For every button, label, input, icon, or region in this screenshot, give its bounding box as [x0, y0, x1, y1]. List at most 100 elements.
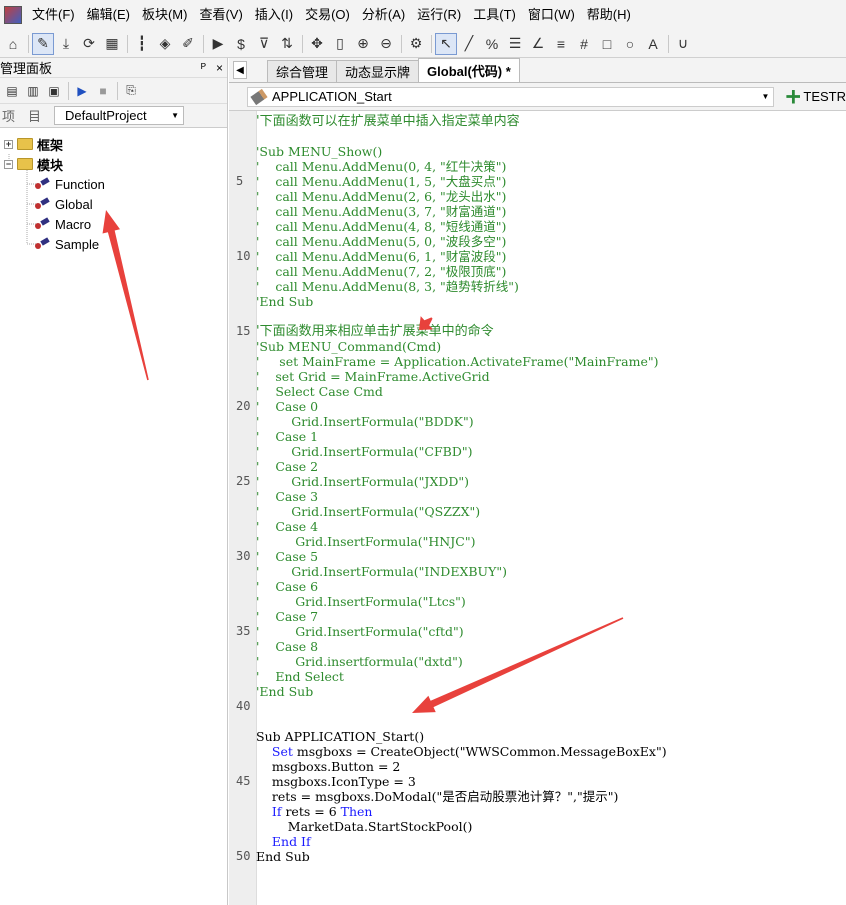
code-editor[interactable]: 5 10 15 20 25 30 35 40 45 50 '下面函数可以在扩展菜单中插入指定菜单内…	[229, 111, 846, 905]
tree-item-function[interactable]: Function	[0, 174, 227, 194]
tab-label: 动态显示牌	[345, 65, 411, 80]
menu-item[interactable]: 交易(O)	[299, 0, 356, 30]
expand-icon[interactable]: +	[4, 139, 13, 149]
menu-bar: 文件(F) 编辑(E) 板块(M) 查看(V) 插入(I) 交易(O) 分析(A) 运行(R)…	[0, 0, 846, 30]
menu-item[interactable]: 板块(M)	[136, 0, 194, 30]
test-icon	[786, 89, 801, 104]
hash-icon[interactable]: #	[573, 33, 595, 55]
copy-icon[interactable]: ▣	[44, 81, 64, 101]
tab-label: Global(代码) *	[427, 64, 511, 79]
module-icon	[34, 197, 50, 211]
project-value: DefaultProject	[65, 108, 147, 123]
menu-item[interactable]: 窗口(W)	[522, 0, 581, 30]
code-line: '下面函数可以在扩展菜单中插入指定菜单内容	[256, 114, 520, 129]
circle-icon[interactable]: ○	[619, 33, 641, 55]
play-icon[interactable]: ▶	[207, 33, 229, 55]
code-line: 'Sub MENU_Show()	[256, 144, 383, 159]
close-icon[interactable]: ×	[216, 61, 223, 75]
text-icon[interactable]: A	[642, 33, 664, 55]
code-line: 'Sub MENU_Command(Cmd)	[256, 339, 442, 354]
home-icon[interactable]: ⌂	[2, 33, 24, 55]
project-row: 项 目 DefaultProject ▼	[0, 104, 227, 128]
toolbar-separator	[203, 34, 204, 53]
code-area[interactable]: '下面函数可以在扩展菜单中插入指定菜单内容 'Sub MENU_Show() ' c…	[256, 111, 846, 905]
toolbar-separator	[28, 34, 29, 53]
code-line: End Sub	[256, 849, 310, 864]
percent-icon[interactable]: %	[481, 33, 503, 55]
tree-item-sample[interactable]: Sample	[0, 234, 227, 254]
ruler-icon[interactable]: ▯	[329, 33, 351, 55]
chevron-down-icon: ▼	[761, 92, 770, 101]
hbar-icon[interactable]: ☰	[504, 33, 526, 55]
tree-item-framework[interactable]: + 框架	[0, 134, 227, 154]
code-editor-panel: ◀ 综合管理 动态显示牌 Global(代码) * APPLICATION_St…	[229, 58, 846, 905]
cursor-icon[interactable]: ↖	[435, 32, 457, 55]
tab-scroll-left-icon[interactable]: ◀	[233, 61, 247, 79]
pencil-icon[interactable]: ✎	[32, 32, 54, 55]
settings-icon[interactable]: ⚙	[405, 33, 427, 55]
tree-item-macro[interactable]: Macro	[0, 214, 227, 234]
run-icon[interactable]: ▶	[72, 81, 92, 101]
module-icon	[34, 217, 50, 231]
grid-icon[interactable]: ▦	[101, 33, 123, 55]
tree-item-global[interactable]: Global	[0, 194, 227, 214]
export-icon[interactable]: ⎘	[121, 81, 141, 101]
code-line: msgboxs.Button = 2	[256, 759, 401, 774]
edit-icon[interactable]: ✐	[177, 33, 199, 55]
code-line: ' Case 0	[256, 399, 319, 414]
tree-item-modules[interactable]: − 模块	[0, 154, 227, 174]
line-number: 15	[236, 324, 251, 338]
test-label: TESTR	[803, 89, 846, 104]
procedure-value: APPLICATION_Start	[272, 89, 392, 104]
list-icon[interactable]: ≡	[550, 33, 572, 55]
code-line: If rets = 6 Then	[271, 804, 373, 819]
procedure-select[interactable]: APPLICATION_Start ▼	[247, 86, 775, 107]
code-line: ' Grid.InsertFormula("JXDD")	[256, 474, 470, 489]
tab-overview[interactable]: 综合管理	[267, 60, 338, 82]
line-number: 45	[236, 774, 251, 788]
magnet-icon[interactable]: ∪	[672, 33, 694, 55]
move-icon[interactable]: ✥	[306, 33, 328, 55]
code-line: ' Case 8	[256, 639, 319, 654]
zoom-out-icon[interactable]: ⊖	[375, 33, 397, 55]
menu-item[interactable]: 查看(V)	[193, 0, 248, 30]
procedure-bar: APPLICATION_Start ▼ TESTR	[229, 83, 846, 111]
sort-icon[interactable]: ⇅	[276, 33, 298, 55]
collapse-icon[interactable]: −	[4, 159, 13, 169]
filter-icon[interactable]: ⊽	[253, 33, 275, 55]
candles-icon[interactable]: ┇	[131, 33, 153, 55]
layout-icon[interactable]: ▥	[23, 81, 43, 101]
panel-title-bar: 管理面板 ᴾ ×	[0, 58, 227, 78]
project-select[interactable]: DefaultProject ▼	[54, 106, 184, 125]
menu-item[interactable]: 分析(A)	[356, 0, 411, 30]
zoom-in-icon[interactable]: ⊕	[352, 33, 374, 55]
code-line: ' set MainFrame = Application.ActivateFr…	[256, 354, 659, 369]
diamond-icon[interactable]: ◈	[154, 33, 176, 55]
menu-item[interactable]: 工具(T)	[467, 0, 522, 30]
rect-icon[interactable]: □	[596, 33, 618, 55]
menu-item[interactable]: 文件(F)	[26, 0, 81, 30]
menu-item[interactable]: 帮助(H)	[581, 0, 637, 30]
tree-item-label: Global	[55, 196, 93, 212]
stop-icon[interactable]: ■	[93, 81, 113, 101]
code-line: msgboxs.IconType = 3	[256, 774, 416, 789]
line-number: 35	[236, 624, 251, 638]
code-line: ' Grid.InsertFormula("HNJC")	[256, 534, 476, 549]
tab-global-code[interactable]: Global(代码) *	[418, 58, 520, 82]
toolbar-separator	[302, 34, 303, 53]
menu-item[interactable]: 运行(R)	[411, 0, 467, 30]
menu-item[interactable]: 编辑(E)	[81, 0, 136, 30]
test-button[interactable]: TESTR	[786, 89, 846, 104]
download-icon[interactable]: ⤓	[55, 33, 77, 55]
line-icon[interactable]: ╱	[458, 33, 480, 55]
properties-icon[interactable]: ▤	[2, 81, 22, 101]
refresh-icon[interactable]: ⟳	[78, 33, 100, 55]
tab-dynamic-board[interactable]: 动态显示牌	[336, 60, 420, 82]
code-line: ' Grid.InsertFormula("BDDK")	[256, 414, 474, 429]
dollar-icon[interactable]: $	[230, 33, 252, 55]
pin-icon[interactable]: ᴾ	[201, 61, 206, 75]
menu-item[interactable]: 插入(I)	[249, 0, 299, 30]
code-line: ' Case 6	[256, 579, 319, 594]
tree-item-label: Function	[55, 176, 105, 192]
angle-icon[interactable]: ∠	[527, 33, 549, 55]
